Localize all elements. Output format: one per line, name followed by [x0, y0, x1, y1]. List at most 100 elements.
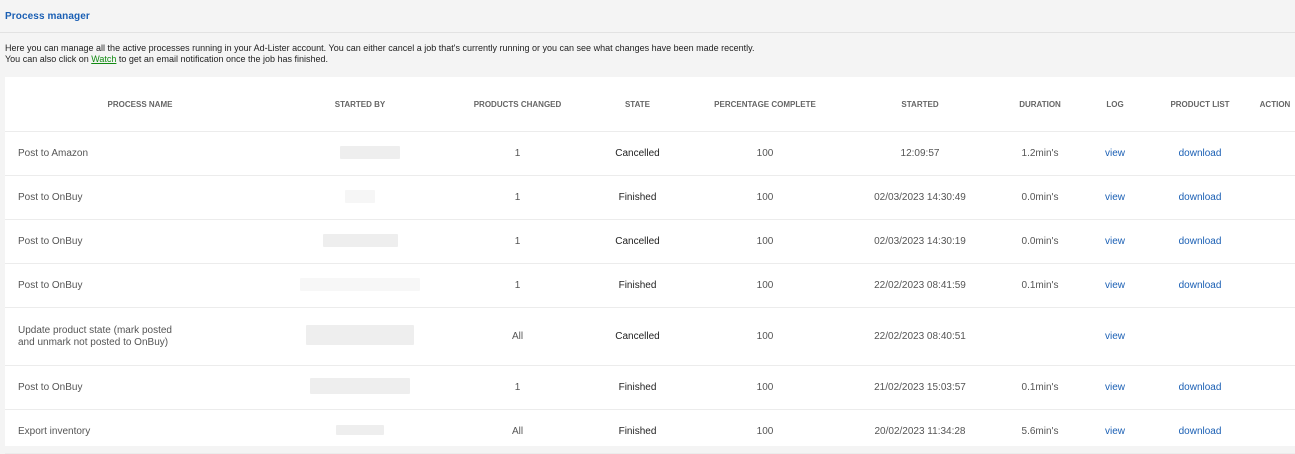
- state: Cancelled: [590, 307, 685, 366]
- column-header-started: STARTED: [845, 77, 995, 132]
- process-name: Update product state (mark posted and un…: [5, 307, 275, 366]
- log-view-link[interactable]: view: [1085, 365, 1145, 410]
- state: Cancelled: [590, 131, 685, 176]
- table-row: Post to OnBuy 1 Finished 100 02/03/2023 …: [5, 175, 1295, 220]
- process-name: Post to OnBuy: [5, 219, 275, 264]
- table-header-row: PROCESS NAME STARTED BY PRODUCTS CHANGED…: [5, 77, 1295, 132]
- action-cell: [1255, 365, 1295, 410]
- column-header-action: ACTION: [1255, 77, 1295, 132]
- duration: 1.2min's: [995, 131, 1085, 176]
- process-name: Post to OnBuy: [5, 365, 275, 410]
- action-cell: [1255, 175, 1295, 220]
- table-row: Export inventory All Finished 100 20/02/…: [5, 409, 1295, 454]
- process-name: Export inventory: [5, 409, 275, 454]
- column-header-process-name: PROCESS NAME: [5, 77, 275, 132]
- state: Finished: [590, 263, 685, 308]
- percentage-complete: 100: [685, 263, 845, 308]
- percentage-complete: 100: [685, 365, 845, 410]
- duration: 0.1min's: [995, 365, 1085, 410]
- table-row: Post to Amazon 1 Cancelled 100 12:09:57 …: [5, 131, 1295, 176]
- action-cell: [1255, 307, 1295, 366]
- products-changed: All: [445, 409, 590, 454]
- log-view-link[interactable]: view: [1085, 263, 1145, 308]
- page-title: Process manager: [5, 10, 90, 22]
- products-changed: 1: [445, 131, 590, 176]
- started-time: 22/02/2023 08:41:59: [845, 263, 995, 308]
- duration: 5.6min's: [995, 409, 1085, 454]
- started-time: 02/03/2023 14:30:19: [845, 219, 995, 264]
- intro-line-1: Here you can manage all the active proce…: [5, 43, 755, 53]
- state: Finished: [590, 175, 685, 220]
- action-cell: [1255, 409, 1295, 454]
- column-header-percentage-complete: PERCENTAGE COMPLETE: [685, 77, 845, 132]
- started-by: [275, 263, 445, 308]
- process-name-line-2: and unmark not posted to OnBuy): [18, 336, 169, 348]
- column-header-duration: DURATION: [995, 77, 1085, 132]
- redacted-user: [310, 378, 410, 394]
- header-bar: Process manager: [0, 0, 1295, 33]
- column-header-products-changed: PRODUCTS CHANGED: [445, 77, 590, 132]
- state: Cancelled: [590, 219, 685, 264]
- action-cell: [1255, 131, 1295, 176]
- started-time: 20/02/2023 11:34:28: [845, 409, 995, 454]
- redacted-user: [336, 425, 384, 435]
- table-row: Update product state (mark posted and un…: [5, 307, 1295, 366]
- redacted-user: [345, 189, 375, 203]
- log-view-link[interactable]: view: [1085, 131, 1145, 176]
- column-header-started-by: STARTED BY: [275, 77, 445, 132]
- column-header-log: LOG: [1085, 77, 1145, 132]
- intro-line-2-before: You can also click on: [5, 54, 92, 64]
- duration: [995, 307, 1085, 366]
- started-time: 22/02/2023 08:40:51: [845, 307, 995, 366]
- product-list-download-link[interactable]: download: [1145, 365, 1255, 410]
- process-table: PROCESS NAME STARTED BY PRODUCTS CHANGED…: [5, 77, 1295, 454]
- redacted-user: [306, 325, 414, 345]
- state: Finished: [590, 365, 685, 410]
- redacted-user: [340, 145, 400, 159]
- started-by: [275, 131, 445, 176]
- duration: 0.0min's: [995, 175, 1085, 220]
- percentage-complete: 100: [685, 175, 845, 220]
- column-header-state: STATE: [590, 77, 685, 132]
- table-row: Post to OnBuy 1 Cancelled 100 02/03/2023…: [5, 219, 1295, 264]
- products-changed: 1: [445, 263, 590, 308]
- started-by: [275, 175, 445, 220]
- log-view-link[interactable]: view: [1085, 175, 1145, 220]
- process-name: Post to OnBuy: [5, 175, 275, 220]
- percentage-complete: 100: [685, 409, 845, 454]
- state: Finished: [590, 409, 685, 454]
- process-name: Post to Amazon: [5, 131, 275, 176]
- log-view-link[interactable]: view: [1085, 219, 1145, 264]
- log-view-link[interactable]: view: [1085, 409, 1145, 454]
- product-list-download-link[interactable]: download: [1145, 409, 1255, 454]
- table-row: Post to OnBuy 1 Finished 100 22/02/2023 …: [5, 263, 1295, 308]
- action-cell: [1255, 219, 1295, 264]
- process-name: Post to OnBuy: [5, 263, 275, 308]
- products-changed: 1: [445, 219, 590, 264]
- product-list-download-link[interactable]: download: [1145, 219, 1255, 264]
- started-time: 12:09:57: [845, 131, 995, 176]
- percentage-complete: 100: [685, 307, 845, 366]
- redacted-user: [300, 277, 420, 291]
- products-changed: 1: [445, 175, 590, 220]
- column-header-product-list: PRODUCT LIST: [1145, 77, 1255, 132]
- redacted-user: [322, 233, 398, 247]
- watch-link[interactable]: Watch: [91, 54, 116, 64]
- started-time: 21/02/2023 15:03:57: [845, 365, 995, 410]
- product-list-download-link[interactable]: download: [1145, 175, 1255, 220]
- started-by: [275, 409, 445, 454]
- action-cell: [1255, 263, 1295, 308]
- product-list-download-link[interactable]: download: [1145, 131, 1255, 176]
- intro-line-2: You can also click on Watch to get an em…: [5, 54, 1290, 65]
- percentage-complete: 100: [685, 131, 845, 176]
- log-view-link[interactable]: view: [1085, 307, 1145, 366]
- started-time: 02/03/2023 14:30:49: [845, 175, 995, 220]
- product-list-cell: [1145, 307, 1255, 366]
- product-list-download-link[interactable]: download: [1145, 263, 1255, 308]
- process-name-line-1: Update product state (mark posted: [18, 324, 172, 336]
- started-by: [275, 219, 445, 264]
- started-by: [275, 365, 445, 410]
- intro-text: Here you can manage all the active proce…: [0, 33, 1295, 73]
- duration: 0.1min's: [995, 263, 1085, 308]
- products-changed: All: [445, 307, 590, 366]
